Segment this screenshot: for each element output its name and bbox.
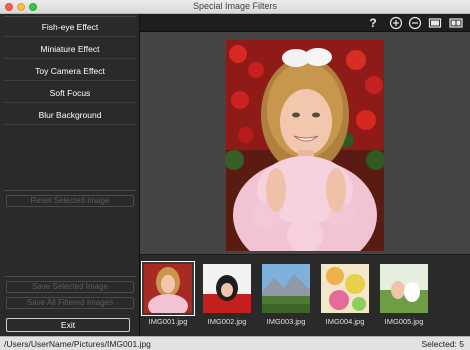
thumbnail-image: [262, 264, 310, 313]
thumbnail-image: [380, 264, 428, 313]
reset-divider: [4, 190, 136, 191]
effects-panel: Fish-eye Effect Miniature Effect Toy Cam…: [0, 14, 140, 336]
status-bar: /Users/UserName/Pictures/IMG001.jpg Sele…: [0, 336, 470, 350]
thumbnail-image: [203, 264, 251, 313]
save-all-filtered-images-button[interactable]: Save All Filtered Images: [6, 297, 134, 309]
zoom-in-icon[interactable]: [389, 16, 403, 30]
image-preview-area: [140, 32, 470, 254]
zoom-out-icon[interactable]: [408, 16, 422, 30]
thumbnail-name: IMG004.jpg: [325, 317, 365, 326]
preview-photo[interactable]: [226, 40, 384, 251]
thumbnail-item[interactable]: IMG005.jpg: [377, 261, 431, 326]
thumbnail-item[interactable]: IMG003.jpg: [259, 261, 313, 326]
help-icon[interactable]: ?: [366, 16, 380, 30]
effect-fish-eye[interactable]: Fish-eye Effect: [4, 17, 136, 37]
save-selected-image-button[interactable]: Save Selected Image: [6, 281, 134, 293]
save-divider: [4, 276, 136, 277]
exit-button[interactable]: Exit: [6, 318, 130, 332]
effect-miniature[interactable]: Miniature Effect: [4, 39, 136, 59]
thumbnail-strip: IMG001.jpg IMG002.jpg IMG003.jpg IMG004.…: [140, 254, 470, 336]
file-path-status: /Users/UserName/Pictures/IMG001.jpg: [4, 339, 151, 349]
effect-soft-focus[interactable]: Soft Focus: [4, 83, 136, 103]
thumbnail-item[interactable]: IMG002.jpg: [200, 261, 254, 326]
window-title: Special Image Filters: [192, 1, 278, 11]
thumbnail-item[interactable]: IMG001.jpg: [141, 261, 195, 326]
thumbnail-image: [144, 264, 192, 313]
thumbnail-name: IMG003.jpg: [266, 317, 306, 326]
thumbnail-image: [321, 264, 369, 313]
thumbnail-item[interactable]: IMG004.jpg: [318, 261, 372, 326]
full-screen-icon[interactable]: [428, 16, 442, 30]
title-bar: Special Image Filters: [0, 0, 470, 14]
thumbnail-name: IMG005.jpg: [384, 317, 424, 326]
selected-count-status: Selected: 5: [421, 339, 464, 349]
thumbnail-name: IMG002.jpg: [207, 317, 247, 326]
compare-view-icon[interactable]: [449, 16, 463, 30]
reset-selected-image-button[interactable]: Reset Selected Image: [6, 195, 134, 207]
effect-toy-camera[interactable]: Toy Camera Effect: [4, 61, 136, 81]
toolbar: ?: [140, 14, 470, 32]
effect-blur-background[interactable]: Blur Background: [4, 105, 136, 125]
thumbnail-name: IMG001.jpg: [148, 317, 188, 326]
